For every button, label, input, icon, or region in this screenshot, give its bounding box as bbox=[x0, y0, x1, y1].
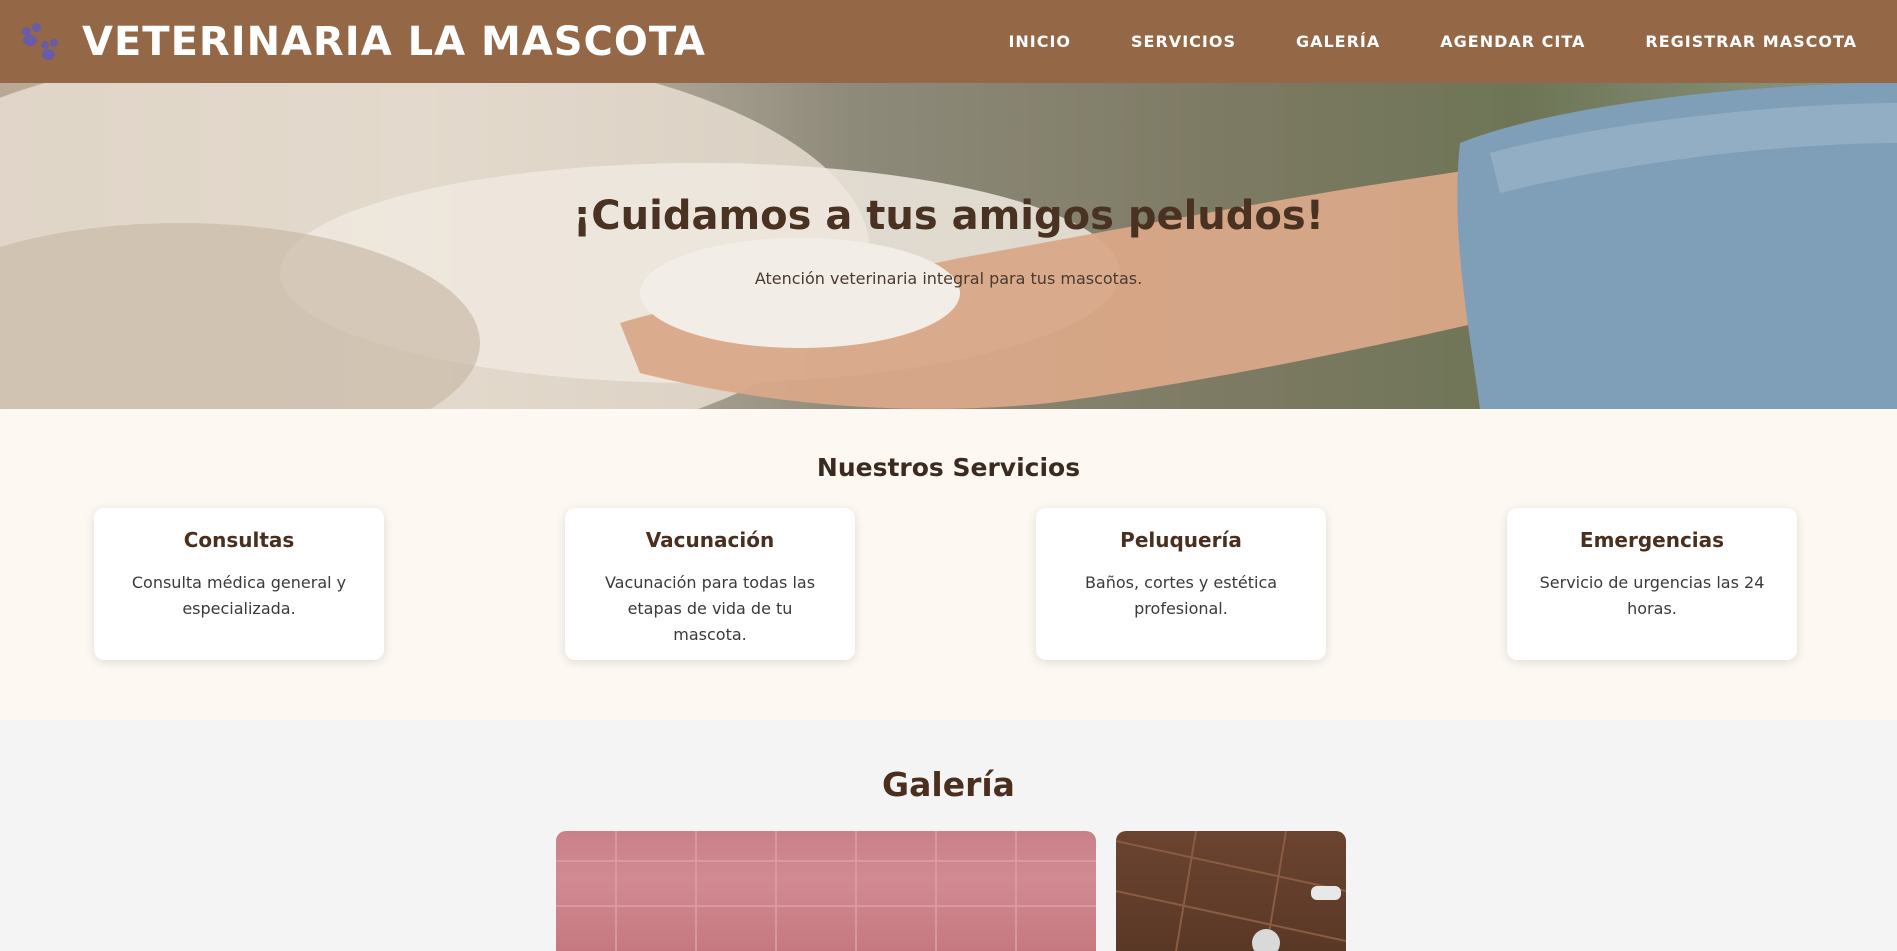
service-card-title: Emergencias bbox=[1579, 528, 1725, 552]
service-card-consultas[interactable]: Consultas Consulta médica general y espe… bbox=[94, 508, 384, 660]
nav-servicios[interactable]: SERVICIOS bbox=[1131, 32, 1236, 51]
service-card-emergencias[interactable]: Emergencias Servicio de urgencias las 24… bbox=[1507, 508, 1797, 660]
gallery-image[interactable] bbox=[556, 831, 1096, 951]
services-title: Nuestros Servicios bbox=[816, 453, 1081, 482]
paw-icon bbox=[20, 21, 62, 63]
nav-agendar-cita[interactable]: AGENDAR CITA bbox=[1440, 32, 1585, 51]
main-nav: INICIO SERVICIOS GALERÍA AGENDAR CITA RE… bbox=[948, 0, 1857, 83]
service-card-title: Peluquería bbox=[1120, 528, 1242, 552]
logo[interactable]: VETERINARIA LA MASCOTA bbox=[20, 19, 706, 65]
services-section: Nuestros Servicios Consultas Consulta mé… bbox=[0, 409, 1897, 720]
service-card-peluqueria[interactable]: Peluquería Baños, cortes y estética prof… bbox=[1036, 508, 1326, 660]
nav-registrar-mascota[interactable]: REGISTRAR MASCOTA bbox=[1645, 32, 1857, 51]
hero-subtitle: Atención veterinaria integral para tus m… bbox=[754, 269, 1143, 288]
nav-inicio[interactable]: INICIO bbox=[1008, 32, 1071, 51]
gallery-image[interactable] bbox=[1116, 831, 1346, 951]
gallery-section: Galería bbox=[0, 720, 1897, 951]
service-card-text: Vacunación para todas las etapas de vida… bbox=[604, 573, 816, 644]
service-card-text: Baños, cortes y estética profesional. bbox=[1084, 573, 1278, 618]
site-title: VETERINARIA LA MASCOTA bbox=[82, 18, 707, 65]
gallery-title: Galería bbox=[882, 765, 1015, 804]
service-card-text: Consulta médica general y especializada. bbox=[131, 573, 347, 618]
hero-title: ¡Cuidamos a tus amigos peludos! bbox=[573, 193, 1324, 239]
service-card-title: Consultas bbox=[183, 528, 295, 552]
service-card-text: Servicio de urgencias las 24 horas. bbox=[1539, 573, 1765, 618]
hero-banner: ¡Cuidamos a tus amigos peludos! Atención… bbox=[0, 83, 1897, 409]
service-card-title: Vacunación bbox=[645, 528, 775, 552]
nav-galeria[interactable]: GALERÍA bbox=[1296, 32, 1380, 51]
site-header: VETERINARIA LA MASCOTA INICIO SERVICIOS … bbox=[0, 0, 1897, 83]
service-card-vacunacion[interactable]: Vacunación Vacunación para todas las eta… bbox=[565, 508, 855, 660]
hero-image bbox=[0, 83, 1897, 409]
